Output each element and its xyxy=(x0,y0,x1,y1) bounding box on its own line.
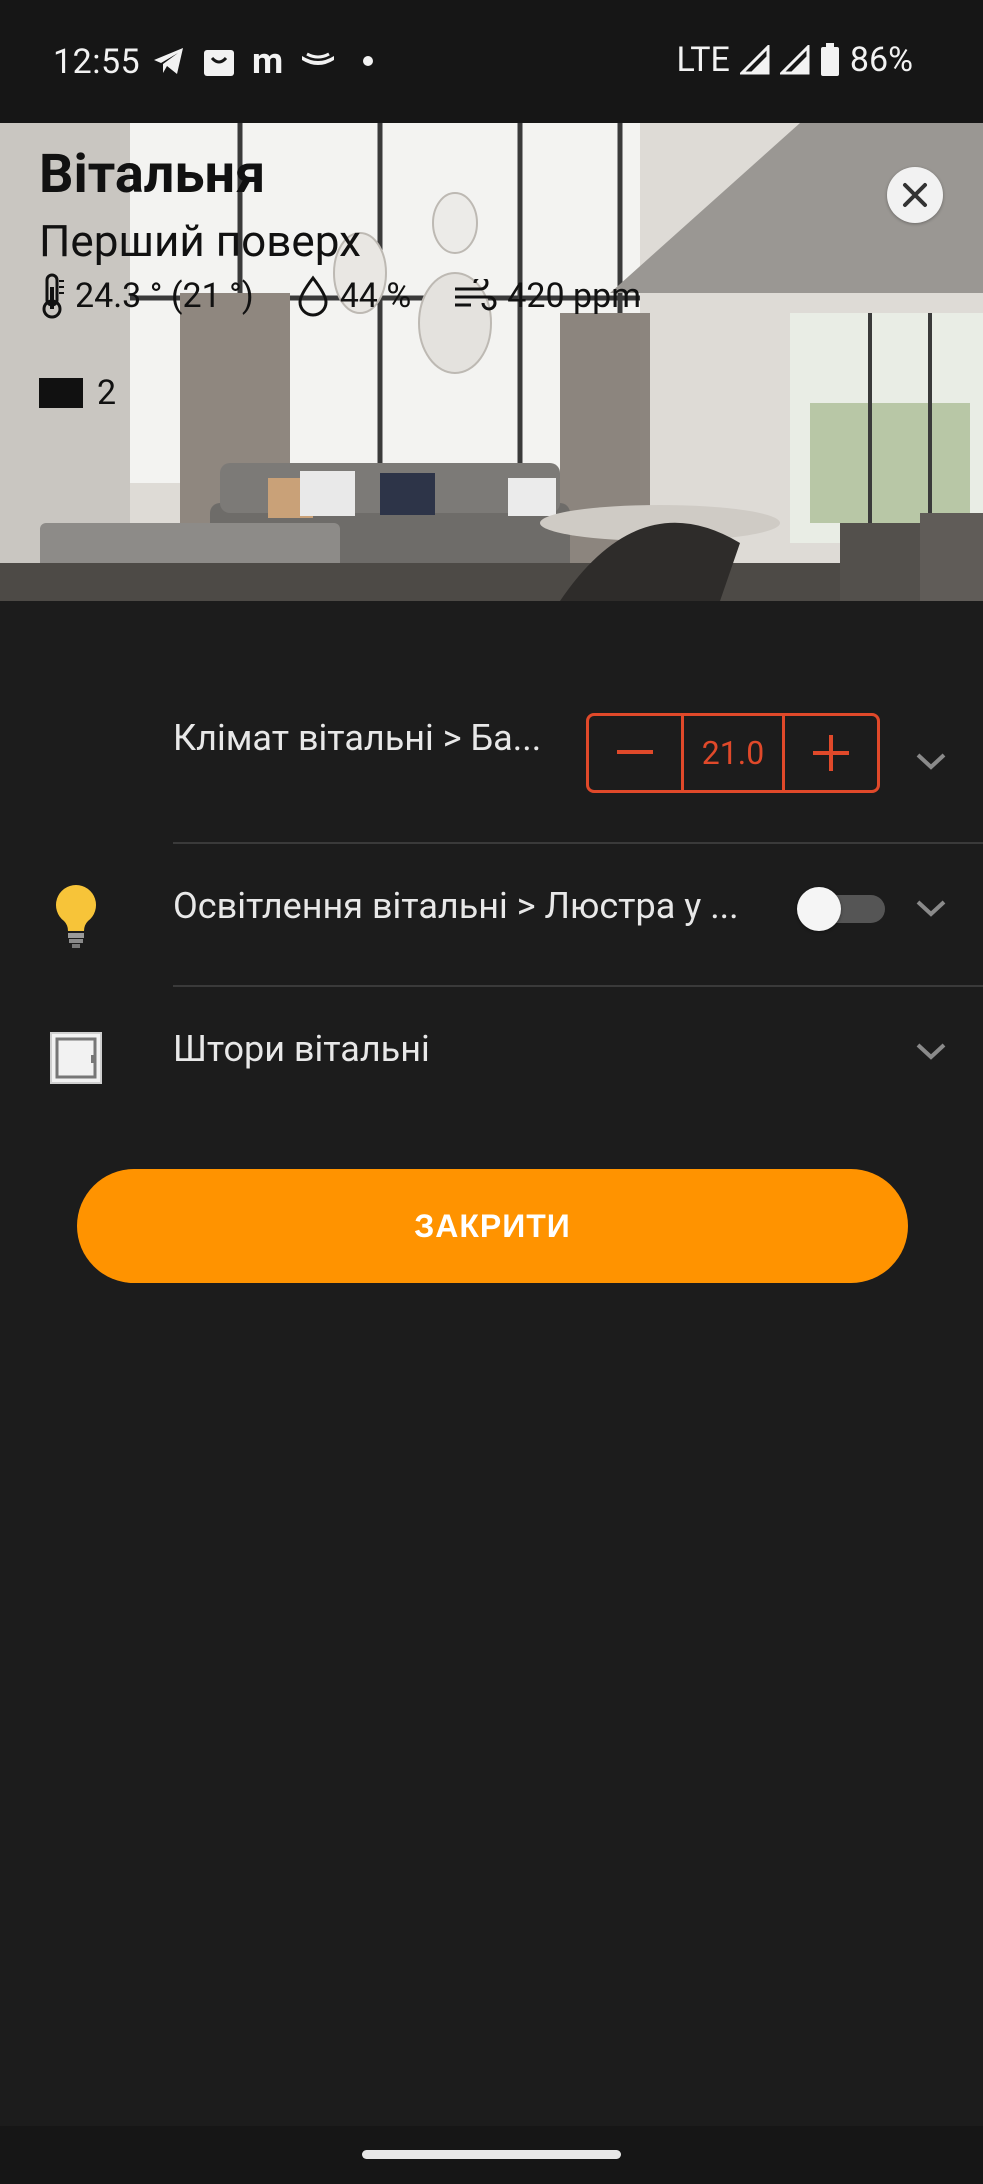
increase-button[interactable] xyxy=(785,716,877,790)
lightbulb-icon xyxy=(56,885,96,948)
more-notifications-dot xyxy=(363,56,374,66)
humidity-stat: 44 % xyxy=(296,275,412,317)
chevron-down-icon[interactable] xyxy=(915,899,947,917)
close-header-button[interactable] xyxy=(887,167,943,223)
battery-percent: 86% xyxy=(849,40,913,80)
toggle-thumb xyxy=(797,887,841,931)
setpoint-value: 21.0 xyxy=(681,716,785,790)
list-item-lighting[interactable]: Освітлення вітальні > Люстра у ... xyxy=(0,843,983,987)
m-app-icon: m xyxy=(252,40,284,82)
network-type: LTE xyxy=(676,40,730,80)
clock: 12:55 xyxy=(53,42,141,82)
home-indicator[interactable] xyxy=(362,2150,621,2159)
room-name: Вітальня xyxy=(39,143,266,206)
temperature-stat: 24.3 ° (21 °) xyxy=(39,273,254,319)
device-list: Клімат вітальні > Ба... 21.0 Освітлення … xyxy=(0,670,983,1129)
window-icon xyxy=(50,1032,102,1084)
temperature-value: 24.3 ° (21 °) xyxy=(75,276,254,316)
devices-count: 2 xyxy=(39,373,116,413)
co2-stat: 420 ppm xyxy=(453,276,641,316)
battery-icon xyxy=(820,43,839,76)
lighting-toggle[interactable] xyxy=(797,887,885,931)
room-floor: Перший поверх xyxy=(39,215,361,267)
chevron-down-icon[interactable] xyxy=(915,1042,947,1060)
plus-icon xyxy=(813,735,849,771)
close-button[interactable]: ЗАКРИТИ xyxy=(77,1169,908,1283)
list-item-curtains[interactable]: Штори вітальні xyxy=(0,986,983,1129)
close-icon xyxy=(903,183,927,207)
temperature-stepper[interactable]: 21.0 xyxy=(586,713,880,793)
humidity-value: 44 % xyxy=(339,276,412,316)
list-item-climate[interactable]: Клімат вітальні > Ба... 21.0 xyxy=(0,670,983,844)
device-icon xyxy=(39,378,83,408)
device-count-value: 2 xyxy=(97,373,117,413)
telegram-icon xyxy=(154,48,183,74)
curtains-label: Штори вітальні xyxy=(173,1028,430,1070)
status-right: LTE 86% xyxy=(677,40,913,80)
minus-icon xyxy=(617,750,653,754)
climate-label: Клімат вітальні > Ба... xyxy=(173,717,542,759)
room-stats: 24.3 ° (21 °) 44 % 420 ppm xyxy=(39,273,669,319)
co2-value: 420 ppm xyxy=(507,276,642,316)
signal-icon xyxy=(739,45,770,75)
signal-icon-2 xyxy=(779,45,810,75)
chevron-down-icon[interactable] xyxy=(915,752,947,770)
cloud-icon xyxy=(302,52,335,65)
room-header-image: Вітальня Перший поверх 24.3 ° (21 °) 44 … xyxy=(0,123,983,601)
status-bar: 12:55 m LTE 86% xyxy=(0,0,983,123)
wind-icon xyxy=(455,279,497,311)
notification-icons: m xyxy=(152,40,374,82)
water-drop-icon xyxy=(298,275,328,317)
shopping-bag-icon xyxy=(204,50,234,76)
thermometer-icon xyxy=(42,273,64,319)
decrease-button[interactable] xyxy=(589,716,681,790)
lighting-label: Освітлення вітальні > Люстра у ... xyxy=(173,885,739,927)
